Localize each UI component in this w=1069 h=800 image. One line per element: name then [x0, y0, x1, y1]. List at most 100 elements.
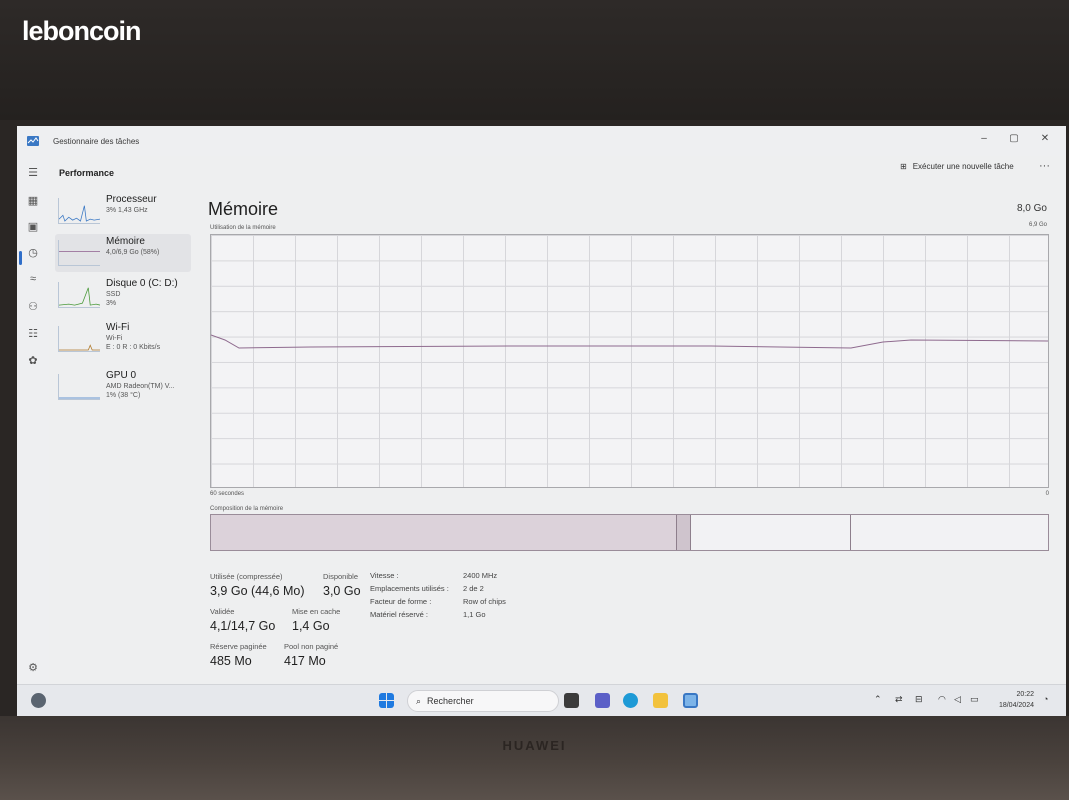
resource-name: GPU 0: [106, 370, 137, 381]
windows-start-icon[interactable]: [379, 693, 394, 708]
composition-modified: [677, 515, 691, 550]
available-value: 3,0 Go: [323, 584, 361, 598]
reserved-label: Matériel réservé :: [370, 610, 428, 619]
resource-detail: 4,0/6,9 Go (58%): [106, 249, 160, 256]
resource-detail-2: E : 0 R : 0 Kbits/s: [106, 344, 161, 351]
slots-label: Emplacements utilisés :: [370, 584, 449, 593]
run-new-task-label: Exécuter une nouvelle tâche: [912, 162, 1014, 171]
minimize-button[interactable]: –: [971, 130, 997, 148]
gpu-sparkline: [58, 374, 100, 400]
app-history-icon[interactable]: ◷: [26, 246, 40, 260]
battery-icon[interactable]: ▭: [970, 694, 979, 705]
more-options-button[interactable]: ···: [1039, 160, 1050, 172]
resource-detail: 3% 1,43 GHz: [106, 207, 148, 214]
resource-item-wifi[interactable]: Wi-Fi Wi-Fi E : 0 R : 0 Kbits/s: [55, 320, 191, 358]
active-indicator: [19, 251, 22, 265]
teams-icon[interactable]: [595, 693, 610, 708]
speed-value: 2400 MHz: [463, 571, 498, 580]
edge-browser-icon[interactable]: [623, 693, 638, 708]
composition-label: Composition de la mémoire: [210, 506, 284, 512]
clock-date: 18/04/2024: [998, 702, 1034, 709]
search-icon: ⌕: [416, 695, 422, 706]
nonpaged-pool-label: Pool non paginé: [284, 642, 339, 651]
hamburger-menu-icon[interactable]: ☰: [26, 166, 40, 180]
resource-item-memory[interactable]: Mémoire 4,0/6,9 Go (58%): [55, 234, 191, 272]
task-manager-taskbar-icon[interactable]: [683, 693, 698, 708]
chevron-up-icon[interactable]: ⌃: [874, 694, 882, 705]
search-placeholder: Rechercher: [427, 696, 474, 706]
resource-name: Processeur: [106, 194, 157, 205]
usage-graph-label: Utilisation de la mémoire: [210, 225, 276, 231]
processes-icon[interactable]: ▦: [26, 194, 40, 208]
resource-item-disk[interactable]: Disque 0 (C: D:) SSD 3%: [55, 276, 191, 314]
committed-value: 4,1/14,7 Go: [210, 619, 276, 633]
resource-detail-2: 3%: [106, 300, 117, 307]
memory-total: 8,0 Go: [1016, 203, 1047, 214]
memory-sparkline: [58, 240, 100, 266]
memory-usage-line: [211, 334, 1048, 349]
notification-bell-icon[interactable]: ◔: [1043, 694, 1048, 704]
memory-composition-bar[interactable]: [210, 514, 1049, 551]
wifi-icon[interactable]: ◠: [938, 694, 946, 705]
resource-name: Mémoire: [106, 236, 145, 247]
used-value: 3,9 Go (44,6 Mo): [210, 584, 305, 598]
slots-value: 2 de 2: [463, 584, 484, 593]
details-icon[interactable]: ☷: [26, 327, 40, 341]
taskbar-clock[interactable]: 20:22 18/04/2024: [980, 689, 1034, 711]
settings-gear-icon[interactable]: ⚙: [26, 661, 40, 675]
new-task-icon: ⊞: [900, 162, 907, 171]
usage-graph-max: 6,9 Go: [1028, 222, 1047, 228]
graph-min-label: 0: [1045, 491, 1049, 497]
laptop-bezel-bottom: [0, 716, 1069, 800]
disk-sparkline: [58, 282, 100, 308]
memory-usage-graph: [210, 234, 1049, 488]
resource-name: Disque 0 (C: D:): [106, 278, 178, 289]
available-label: Disponible: [323, 572, 359, 581]
close-button[interactable]: ✕: [1032, 130, 1058, 148]
resource-detail: Wi-Fi: [106, 335, 123, 342]
nonpaged-pool-value: 417 Mo: [284, 654, 326, 668]
input-indicator-icon[interactable]: ⊟: [915, 694, 923, 705]
widgets-icon[interactable]: [31, 693, 46, 708]
task-manager-app-icon: [27, 136, 39, 146]
time-axis-label: 60 secondes: [210, 491, 245, 497]
committed-label: Validée: [210, 607, 235, 616]
nav-rail: ☰ ▦ ▣ ◷ ≈ ⚇ ☷ ✿ ⚙: [17, 156, 49, 684]
title-bar: Gestionnaire des tâches – ▢ ✕: [17, 126, 1066, 156]
taskbar: ⌕ Rechercher ⌃ ⇄ ⊟ ◠ ◁ ▭ 20:22 18/04/202…: [17, 684, 1066, 716]
form-factor-value: Row of chips: [463, 597, 506, 606]
resource-item-gpu[interactable]: GPU 0 AMD Radeon(TM) V... 1% (38 °C): [55, 368, 191, 406]
taskbar-search-input[interactable]: ⌕ Rechercher: [407, 690, 559, 712]
resource-detail: AMD Radeon(TM) V...: [106, 383, 175, 390]
run-new-task-button[interactable]: ⊞ Exécuter une nouvelle tâche: [900, 162, 1014, 171]
cached-value: 1,4 Go: [292, 619, 330, 633]
network-settings-icon[interactable]: ⇄: [895, 694, 903, 705]
users-icon[interactable]: ⚇: [26, 300, 40, 314]
window-title: Gestionnaire des tâches: [53, 137, 140, 146]
cached-label: Mise en cache: [292, 607, 341, 616]
performance-icon[interactable]: ▣: [26, 220, 40, 234]
file-explorer-icon[interactable]: [653, 693, 668, 708]
reserved-value: 1,1 Go: [463, 610, 486, 619]
speed-label: Vitesse :: [370, 571, 399, 580]
memory-title: Mémoire: [208, 199, 279, 219]
wifi-sparkline: [58, 326, 100, 352]
used-label: Utilisée (compressée): [210, 572, 283, 581]
resource-item-cpu[interactable]: Processeur 3% 1,43 GHz: [55, 192, 191, 230]
screen: Gestionnaire des tâches – ▢ ✕ ☰ ▦ ▣ ◷ ≈ …: [17, 126, 1066, 716]
task-view-icon[interactable]: [564, 693, 579, 708]
resource-name: Wi-Fi: [106, 322, 130, 333]
laptop-bezel-top: leboncoin: [0, 0, 1069, 120]
resource-detail-2: 1% (38 °C): [106, 392, 141, 399]
composition-standby: [691, 515, 851, 550]
startup-apps-icon[interactable]: ≈: [26, 272, 40, 286]
composition-in-use: [211, 515, 677, 550]
volume-icon[interactable]: ◁: [954, 694, 961, 705]
page-title: Performance: [59, 168, 115, 178]
form-factor-label: Facteur de forme :: [370, 597, 432, 606]
paged-pool-label: Réserve paginée: [210, 642, 267, 651]
laptop-brand-logo: HUAWEI: [502, 738, 567, 753]
maximize-button[interactable]: ▢: [1001, 130, 1027, 148]
services-icon[interactable]: ✿: [26, 354, 40, 368]
resource-detail: SSD: [106, 291, 121, 298]
